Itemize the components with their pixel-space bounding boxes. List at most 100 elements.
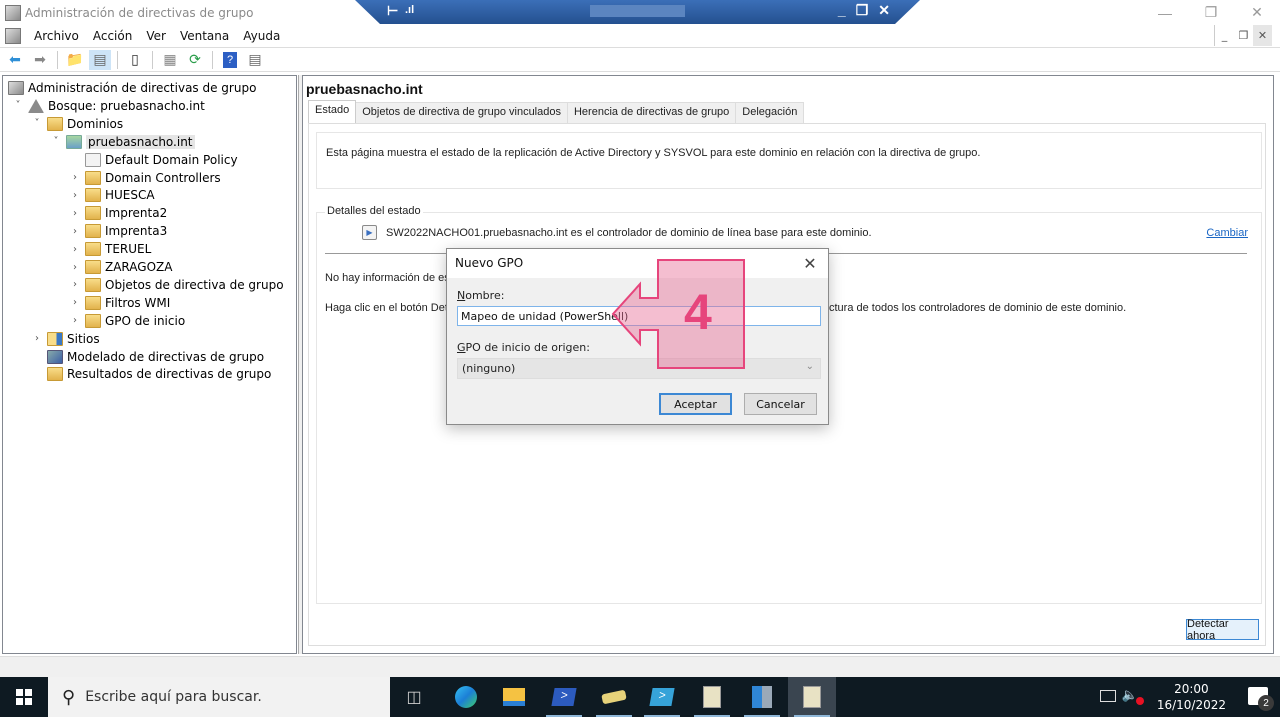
tree-item-label: Bosque: pruebasnacho.int <box>48 98 205 113</box>
close-button[interactable]: ✕ <box>1234 0 1280 25</box>
task-view-button[interactable]: ◫ <box>390 677 438 717</box>
tab-delegation[interactable]: Delegación <box>735 102 805 123</box>
mdi-close-button[interactable]: ✕ <box>1253 25 1272 46</box>
mdi-controls: _ ❐ ✕ <box>1214 25 1272 46</box>
up-folder-icon[interactable]: 📁 <box>64 50 86 70</box>
tree-item[interactable]: › Sitios <box>31 330 100 348</box>
chevron-down-icon[interactable]: ˅ <box>31 118 43 129</box>
menu-ayuda[interactable]: Ayuda <box>236 29 287 43</box>
clipboard-icon[interactable]: ▯ <box>124 50 146 70</box>
chevron-right-icon[interactable]: › <box>31 333 43 344</box>
menu-bar: Archivo Acción Ver Ventana Ayuda _ ❐ ✕ <box>0 25 1280 46</box>
tree-item[interactable]: › TERUEL <box>69 240 151 258</box>
system-menu-icon[interactable] <box>5 27 21 44</box>
domain-title: pruebasnacho.int <box>306 81 423 97</box>
clock[interactable]: 20:00 16/10/2022 <box>1157 681 1226 713</box>
change-baseline-link[interactable]: Cambiar <box>1206 227 1248 239</box>
signal-icon: .ıl <box>405 4 415 16</box>
rdp-close-button[interactable]: ✕ <box>878 2 890 19</box>
gpmc-icon <box>8 81 24 95</box>
chevron-down-icon[interactable]: ˅ <box>50 136 62 147</box>
tree-item[interactable]: › Imprenta2 <box>69 204 167 222</box>
powershell-ise-button[interactable]: > <box>638 677 686 717</box>
taskbar-search[interactable]: ⚲ Escribe aquí para buscar. <box>48 677 390 717</box>
tree-item[interactable]: Default Domain Policy <box>69 151 238 169</box>
tree-item[interactable]: Modelado de directivas de grupo <box>31 348 264 366</box>
tab-inheritance[interactable]: Herencia de directivas de grupo <box>566 102 737 123</box>
minimize-button[interactable]: — <box>1142 0 1188 25</box>
tree-item[interactable]: ˅ Dominios <box>31 115 123 133</box>
tree-item[interactable]: ˅ Bosque: pruebasnacho.int <box>12 97 205 115</box>
menu-archivo[interactable]: Archivo <box>27 29 86 43</box>
ok-button[interactable]: Aceptar <box>659 393 732 415</box>
tree-item-label: TERUEL <box>105 242 152 257</box>
task-view-icon: ◫ <box>406 689 422 706</box>
no-info-text: No hay información de es <box>325 272 450 284</box>
gpmc-script-button[interactable] <box>688 677 736 717</box>
cancel-button[interactable]: Cancelar <box>744 393 817 415</box>
start-button[interactable] <box>0 677 48 717</box>
action-pane-icon[interactable]: ▤ <box>244 50 266 70</box>
source-starter-gpo-select[interactable]: (ninguno) ⌄ <box>457 358 821 379</box>
menu-accion[interactable]: Acción <box>86 29 139 43</box>
properties-icon[interactable]: ▦ <box>159 50 181 70</box>
chevron-right-icon[interactable]: › <box>69 262 81 273</box>
chevron-right-icon[interactable]: › <box>69 315 81 326</box>
detect-now-button[interactable]: Detectar ahora <box>1186 618 1259 642</box>
network-icon[interactable] <box>1100 690 1116 702</box>
rdp-minimize-button[interactable]: _ <box>838 2 846 19</box>
source-label-text: PO de inicio de origen: <box>465 341 590 354</box>
results-icon <box>47 367 63 382</box>
help-icon[interactable]: ? <box>219 50 241 70</box>
gpo-name-input[interactable] <box>457 306 821 326</box>
domains-folder-icon <box>47 116 63 131</box>
refresh-icon[interactable]: ⟳ <box>184 50 206 70</box>
toolbar: ⬅ ➡ 📁 ▤ ▯ ▦ ⟳ ? ▤ <box>0 47 1280 72</box>
tree-item[interactable]: › GPO de inicio <box>69 312 185 330</box>
edge-button[interactable] <box>442 677 490 717</box>
info-expander-icon[interactable]: ▶ <box>362 225 377 240</box>
chevron-right-icon[interactable]: › <box>69 279 81 290</box>
tree-item[interactable]: Resultados de directivas de grupo <box>31 365 271 383</box>
powershell-button[interactable]: > <box>540 677 588 717</box>
toolbar-separator <box>152 50 153 69</box>
server-manager-button[interactable] <box>738 677 786 717</box>
forward-icon[interactable]: ➡ <box>29 50 51 70</box>
tree-item[interactable]: › ZARAGOZA <box>69 258 172 276</box>
tree-item[interactable]: › Filtros WMI <box>69 294 170 312</box>
menu-ventana[interactable]: Ventana <box>173 29 236 43</box>
tree-item[interactable]: Administración de directivas de grupo <box>8 79 256 97</box>
file-explorer-button[interactable] <box>490 677 538 717</box>
rdp-restore-button[interactable]: ❐ <box>856 2 869 19</box>
tab-linked-gpos[interactable]: Objetos de directiva de grupo vinculados <box>355 102 568 123</box>
ou-icon <box>85 260 101 274</box>
tree-item[interactable]: › Objetos de directiva de grupo <box>69 276 284 294</box>
restore-button[interactable]: ❐ <box>1188 0 1234 25</box>
chevron-right-icon[interactable]: › <box>69 244 81 255</box>
chevron-down-icon: ⌄ <box>805 361 814 372</box>
starter-gpo-folder-icon <box>85 313 101 328</box>
gpmc-script-button-2[interactable] <box>788 677 836 717</box>
chevron-right-icon[interactable]: › <box>69 190 81 201</box>
tree-item[interactable]: ˅ pruebasnacho.int <box>50 133 195 151</box>
show-hide-console-tree-icon[interactable]: ▤ <box>89 49 111 70</box>
dialog-close-icon[interactable]: ✕ <box>800 253 820 273</box>
mdi-minimize-button[interactable]: _ <box>1215 25 1234 46</box>
chevron-right-icon[interactable]: › <box>69 172 81 183</box>
ou-icon <box>85 224 101 239</box>
mdi-restore-button[interactable]: ❐ <box>1234 25 1253 46</box>
back-icon[interactable]: ⬅ <box>4 50 26 70</box>
menu-ver[interactable]: Ver <box>139 29 173 43</box>
tree-item-label: ZARAGOZA <box>105 260 173 274</box>
chevron-right-icon[interactable]: › <box>69 208 81 219</box>
chevron-right-icon[interactable]: › <box>69 226 81 237</box>
pin-icon[interactable]: ⊢ <box>387 3 398 19</box>
gpo-link-icon <box>85 152 101 167</box>
drive-button[interactable] <box>590 677 638 717</box>
chevron-down-icon[interactable]: ˅ <box>12 100 24 111</box>
tab-estado[interactable]: Estado <box>308 100 357 123</box>
tree-item[interactable]: › Domain Controllers <box>69 169 221 187</box>
chevron-right-icon[interactable]: › <box>69 297 81 308</box>
tree-item[interactable]: › Imprenta3 <box>69 222 167 240</box>
tree-item[interactable]: › HUESCA <box>69 186 155 204</box>
